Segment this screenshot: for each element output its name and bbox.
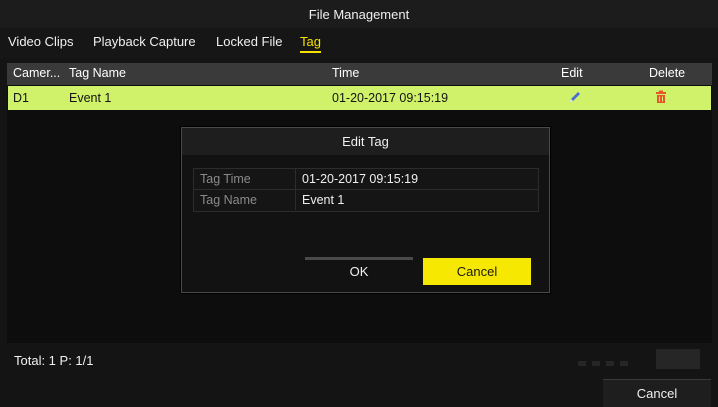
page-number-input[interactable] xyxy=(656,349,700,369)
field-divider xyxy=(295,190,296,210)
tab-video-clips[interactable]: Video Clips xyxy=(8,34,74,49)
column-header-edit: Edit xyxy=(561,66,583,80)
cancel-button[interactable]: Cancel xyxy=(603,379,711,407)
footer-bar: Total: 1 P: 1/1 Cancel xyxy=(0,343,718,407)
window-title: File Management xyxy=(0,0,718,28)
ok-button[interactable]: OK xyxy=(305,257,413,284)
field-divider xyxy=(295,169,296,189)
tab-tag[interactable]: Tag xyxy=(300,34,321,53)
table-row[interactable]: D1 Event 1 01-20-2017 09:15:19 xyxy=(8,86,711,110)
ok-button-label: OK xyxy=(349,264,369,279)
edit-tag-dialog: Edit Tag Tag Time 01-20-2017 09:15:19 Ta… xyxy=(181,127,550,293)
column-header-delete: Delete xyxy=(649,66,686,80)
total-count: Total: 1 P: 1/1 xyxy=(14,353,94,368)
prev-page-icon[interactable] xyxy=(592,361,600,366)
tag-fields: Tag Time 01-20-2017 09:15:19 Tag Name Ev… xyxy=(193,168,539,212)
dialog-cancel-button[interactable]: Cancel xyxy=(423,258,531,285)
column-header-time[interactable]: Time xyxy=(332,66,359,80)
tab-locked-file[interactable]: Locked File xyxy=(216,34,282,49)
tag-time-label: Tag Time xyxy=(200,172,251,186)
dialog-title: Edit Tag xyxy=(182,128,549,155)
tab-bar: Video Clips Playback Capture Locked File… xyxy=(0,28,718,58)
trash-icon[interactable] xyxy=(654,90,668,104)
pagination-controls[interactable] xyxy=(578,353,634,369)
tag-name-row[interactable]: Tag Name Event 1 xyxy=(194,190,538,210)
file-management-window: File Management Video Clips Playback Cap… xyxy=(0,0,718,407)
cell-tag-name: Event 1 xyxy=(69,91,112,105)
tag-time-row: Tag Time 01-20-2017 09:15:19 xyxy=(194,169,538,190)
cell-time: 01-20-2017 09:15:19 xyxy=(332,91,449,105)
pencil-icon[interactable] xyxy=(568,90,582,104)
tag-name-input[interactable]: Event 1 xyxy=(302,193,344,207)
column-header-tag-name[interactable]: Tag Name xyxy=(69,66,126,80)
next-page-icon[interactable] xyxy=(606,361,614,366)
column-header-camera[interactable]: Camer... xyxy=(13,66,60,80)
cell-camera: D1 xyxy=(13,91,29,105)
last-page-icon[interactable] xyxy=(620,361,628,366)
button-top-border xyxy=(305,257,413,260)
first-page-icon[interactable] xyxy=(578,361,586,366)
tag-name-label: Tag Name xyxy=(200,193,257,207)
tag-time-value: 01-20-2017 09:15:19 xyxy=(302,172,419,186)
tab-playback-capture[interactable]: Playback Capture xyxy=(93,34,196,49)
table-header: Camer... Tag Name Time Edit Delete xyxy=(7,63,712,85)
